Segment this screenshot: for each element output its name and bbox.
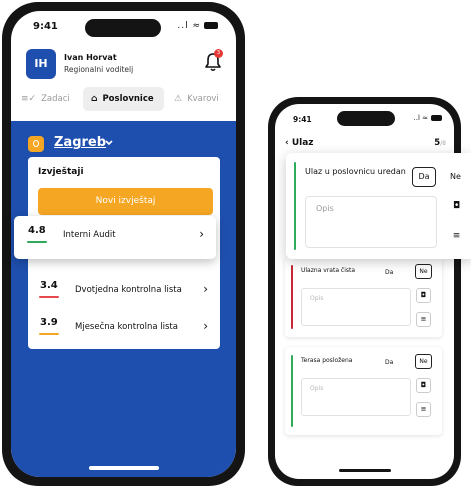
note-edit-icon[interactable]: ≡ bbox=[416, 312, 431, 327]
chevron-left-icon: ‹ bbox=[285, 138, 292, 148]
chevron-right-icon: › bbox=[203, 319, 208, 333]
description-input[interactable]: Opis bbox=[301, 288, 411, 326]
section-title: Izvještaji bbox=[38, 167, 84, 177]
checklist-item: Terasa posložena Da Ne Opis ◘ ≡ bbox=[285, 347, 442, 435]
description-input[interactable]: Opis bbox=[305, 196, 437, 248]
yes-button[interactable]: Da bbox=[412, 167, 436, 187]
no-button[interactable]: Ne bbox=[450, 172, 461, 181]
description-input[interactable]: Opis bbox=[301, 378, 411, 416]
item-title: Ulaz u poslovnicu uredan bbox=[305, 167, 406, 176]
item-title: Ulazna vrata čista bbox=[301, 267, 356, 274]
progress-counter: 5/8 bbox=[434, 138, 446, 148]
chevron-right-icon: › bbox=[203, 282, 208, 296]
camera-icon[interactable]: ◘ bbox=[416, 288, 431, 303]
signal-wifi-icon: ..l ≈ bbox=[177, 21, 201, 31]
report-row[interactable]: 3.4 Dvotjedna kontrolna lista › bbox=[28, 274, 220, 312]
report-name: Mjesečna kontrolna lista bbox=[75, 322, 178, 332]
yes-button[interactable]: Da bbox=[385, 269, 393, 276]
counter-total: /8 bbox=[440, 140, 446, 147]
status-icons: ..l ≈ bbox=[413, 114, 442, 122]
tab-kvarovi[interactable]: ⚠ Kvarovi bbox=[174, 87, 219, 111]
battery-icon bbox=[204, 22, 218, 29]
no-button[interactable]: Ne bbox=[415, 264, 432, 279]
warning-icon: ⚠ bbox=[174, 94, 183, 104]
tab-zadaci[interactable]: ≡✓ Zadaci bbox=[21, 87, 70, 111]
dynamic-island bbox=[337, 111, 395, 126]
report-score: 3.4 bbox=[40, 280, 58, 291]
chevron-right-icon: › bbox=[199, 227, 204, 241]
report-row[interactable]: 3.9 Mjesečna kontrolna lista › bbox=[28, 311, 220, 349]
note-edit-icon[interactable]: ≡ bbox=[416, 402, 431, 417]
checklist-item-highlighted: Ulaz u poslovnicu uredan Da Ne Opis ◘ ≡ bbox=[286, 153, 471, 259]
checklist-item: Ulazna vrata čista Da Ne Opis ◘ ≡ bbox=[285, 257, 442, 337]
tab-label: Poslovnice bbox=[102, 94, 154, 104]
score-underline bbox=[39, 296, 59, 298]
report-score: 3.9 bbox=[40, 317, 58, 328]
tab-label: Kvarovi bbox=[187, 94, 219, 104]
home-indicator bbox=[89, 466, 159, 470]
note-edit-icon[interactable]: ≡ bbox=[447, 231, 466, 248]
score-underline bbox=[27, 241, 47, 243]
item-status-bar bbox=[291, 355, 293, 427]
new-report-button[interactable]: Novi izvještaj bbox=[38, 188, 213, 215]
tasks-icon: ≡✓ bbox=[21, 94, 37, 104]
item-status-bar bbox=[291, 265, 293, 329]
tab-bar: ≡✓ Zadaci ⌂ Poslovnice ⚠ Kvarovi bbox=[11, 87, 236, 113]
status-time: 9:41 bbox=[33, 21, 58, 32]
back-button[interactable]: ‹ Ulaz bbox=[285, 138, 314, 148]
score-underline bbox=[39, 333, 59, 335]
store-icon: ⌂ bbox=[91, 94, 98, 104]
back-label: Ulaz bbox=[291, 138, 314, 148]
user-role: Regionalni voditelj bbox=[64, 65, 134, 74]
signal-wifi-icon: ..l ≈ bbox=[413, 114, 429, 122]
city-selector[interactable]: Zagreb bbox=[54, 135, 106, 150]
item-title: Terasa posložena bbox=[301, 357, 353, 364]
yes-button[interactable]: Da bbox=[385, 359, 393, 366]
report-score: 4.8 bbox=[28, 225, 46, 236]
chevron-down-icon[interactable] bbox=[104, 139, 114, 147]
tab-label: Zadaci bbox=[41, 94, 70, 104]
status-icons: ..l ≈ bbox=[177, 21, 218, 31]
no-button[interactable]: Ne bbox=[415, 354, 432, 369]
home-indicator bbox=[339, 469, 391, 472]
avatar[interactable]: IH bbox=[26, 49, 56, 79]
location-pin-inner bbox=[33, 140, 39, 147]
battery-icon bbox=[431, 115, 442, 121]
camera-icon[interactable]: ◘ bbox=[447, 201, 466, 218]
item-status-bar bbox=[294, 162, 296, 250]
camera-icon[interactable]: ◘ bbox=[416, 378, 431, 393]
report-name: Dvotjedna kontrolna lista bbox=[75, 285, 182, 295]
notification-badge: 3 bbox=[214, 49, 223, 58]
report-name: Interni Audit bbox=[63, 230, 116, 240]
status-bar: 9:41 ..l ≈ bbox=[11, 11, 236, 41]
status-time: 9:41 bbox=[293, 115, 312, 124]
report-row-highlighted[interactable]: 4.8 Interni Audit › bbox=[14, 216, 216, 259]
user-name: Ivan Horvat bbox=[64, 53, 117, 62]
tab-poslovnice[interactable]: ⌂ Poslovnice bbox=[83, 87, 164, 111]
dynamic-island bbox=[85, 19, 161, 37]
